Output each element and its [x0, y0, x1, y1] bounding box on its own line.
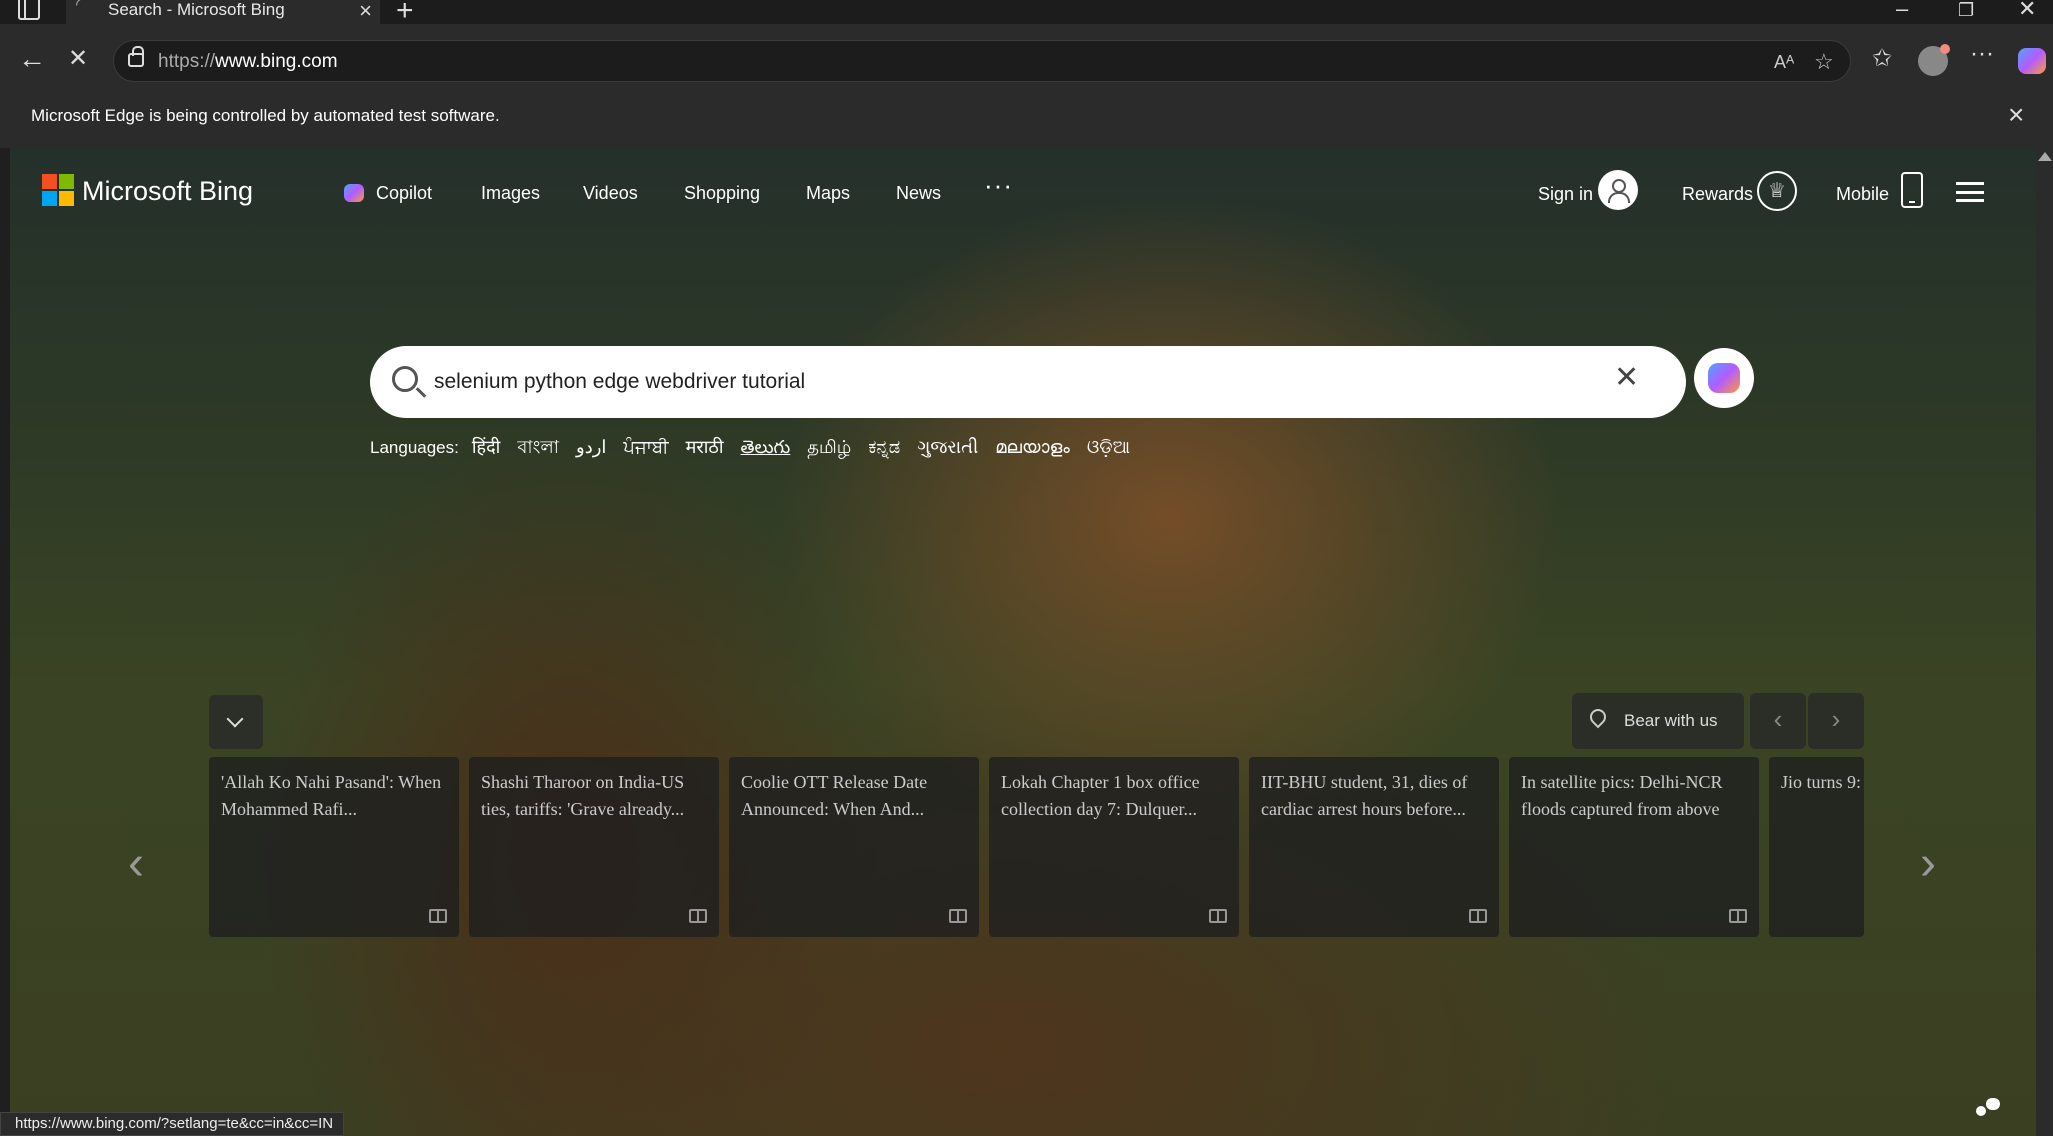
scroll-up-icon[interactable] — [2038, 152, 2052, 161]
loading-icon: ◜ — [76, 0, 83, 14]
lang-odia[interactable]: ଓଡ଼ିଆ — [1087, 437, 1130, 457]
previous-image-button[interactable]: ‹ — [1750, 693, 1806, 749]
lang-marathi[interactable]: मराठी — [686, 437, 724, 457]
image-location-button[interactable]: Bear with us — [1572, 693, 1744, 749]
profile-avatar[interactable] — [1918, 44, 1950, 76]
read-icon — [689, 909, 707, 923]
nav-maps[interactable]: Maps — [806, 183, 850, 204]
address-bar[interactable]: https://www.bing.com Aᴬ ☆ — [113, 40, 1851, 82]
title-bar: ◜ Search - Microsoft Bing × + – ❐ ✕ — [0, 0, 2053, 27]
nav-images[interactable]: Images — [481, 183, 540, 204]
bing-homepage: Microsoft Bing Copilot Images Videos Sho… — [10, 148, 2036, 1136]
page-scrollbar[interactable] — [2036, 148, 2053, 1136]
news-card[interactable]: In satellite pics: Delhi-NCR floods capt… — [1509, 757, 1759, 937]
news-card-title: Jio turns 9: celebration — [1781, 772, 1864, 792]
news-card[interactable]: Shashi Tharoor on India-US ties, tariffs… — [469, 757, 719, 937]
nav-news[interactable]: News — [896, 183, 941, 204]
rewards-trophy-icon[interactable]: ♕ — [1757, 171, 1797, 211]
nav-shopping[interactable]: Shopping — [684, 183, 760, 204]
stop-loading-icon[interactable]: ✕ — [68, 44, 88, 74]
languages-label: Languages: — [370, 438, 459, 457]
tab-title: Search - Microsoft Bing — [108, 0, 285, 19]
read-aloud-icon[interactable]: Aᴬ — [1774, 52, 1794, 73]
news-card-title: In satellite pics: Delhi-NCR floods capt… — [1521, 772, 1723, 819]
mobile-link[interactable]: Mobile — [1836, 184, 1889, 205]
search-icon[interactable] — [392, 366, 418, 392]
news-card-title: 'Allah Ko Nahi Pasand': When Mohammed Ra… — [221, 772, 442, 819]
url-text[interactable]: https://www.bing.com — [158, 51, 338, 73]
read-icon — [1469, 909, 1487, 923]
infobar-close-icon[interactable]: × — [2008, 99, 2024, 131]
logo-text: Microsoft Bing — [82, 176, 254, 206]
nav-videos[interactable]: Videos — [583, 183, 638, 204]
favorites-icon[interactable]: ✩ — [1872, 44, 1892, 73]
news-card-title: Coolie OTT Release Date Announced: When … — [741, 772, 928, 819]
language-links: Languages: हिंदी বাংলা اردو ਪੰਜਾਬੀ मराठी… — [370, 433, 1142, 464]
lang-kannada[interactable]: ಕನ್ನಡ — [868, 437, 900, 457]
user-icon[interactable] — [1598, 170, 1638, 210]
location-pin-icon — [1586, 705, 1610, 729]
news-card-title: Lokah Chapter 1 box office collection da… — [1001, 772, 1200, 819]
close-window-icon[interactable]: ✕ — [2018, 0, 2036, 22]
menu-icon[interactable] — [1956, 182, 1984, 202]
microsoft-logo-icon — [42, 174, 74, 206]
copilot-search-button[interactable] — [1694, 348, 1754, 408]
status-bar-url: https://www.bing.com/?setlang=te&cc=in&c… — [0, 1112, 345, 1136]
tab-actions-icon[interactable] — [18, 0, 40, 20]
copilot-icon[interactable] — [344, 184, 364, 202]
infobar-message: Microsoft Edge is being controlled by au… — [31, 106, 500, 125]
rewards-link[interactable]: Rewards — [1682, 184, 1753, 205]
tab-bing[interactable]: ◜ Search - Microsoft Bing × — [66, 0, 380, 24]
read-icon — [1729, 909, 1747, 923]
search-query[interactable]: selenium python edge webdriver tutorial — [434, 370, 805, 394]
lang-malayalam[interactable]: മലയാളം — [995, 437, 1070, 457]
image-location-text: Bear with us — [1624, 711, 1718, 730]
news-prev-icon[interactable]: ‹ — [128, 836, 144, 891]
browser-toolbar: ← ✕ https://www.bing.com Aᴬ ☆ ✩ ··· — [0, 24, 2053, 98]
news-card[interactable]: Jio turns 9: celebration — [1769, 757, 1864, 937]
minimize-icon[interactable]: – — [1896, 0, 1908, 22]
feedback-icon[interactable] — [1976, 1096, 2002, 1120]
nav-copilot[interactable]: Copilot — [376, 183, 432, 204]
clear-search-icon[interactable]: ✕ — [1614, 360, 1639, 395]
copilot-sidebar-icon[interactable] — [2018, 48, 2046, 74]
news-card[interactable]: Coolie OTT Release Date Announced: When … — [729, 757, 979, 937]
more-options-icon[interactable]: ··· — [1970, 40, 1994, 68]
favorite-star-icon[interactable]: ☆ — [1814, 49, 1834, 75]
phone-icon[interactable] — [1901, 172, 1923, 208]
lang-telugu[interactable]: తెలుగు — [741, 437, 791, 457]
read-icon — [1209, 909, 1227, 923]
news-card[interactable]: Lokah Chapter 1 box office collection da… — [989, 757, 1239, 937]
lock-icon[interactable] — [128, 46, 144, 67]
lang-punjabi[interactable]: ਪੰਜਾਬੀ — [623, 437, 668, 457]
back-icon[interactable]: ← — [18, 44, 46, 74]
tab-close-icon[interactable]: × — [359, 0, 372, 24]
nav-more-icon[interactable]: ··· — [984, 170, 1013, 201]
copilot-logo-icon — [1708, 363, 1740, 393]
restore-icon[interactable]: ❐ — [1958, 0, 1974, 21]
search-input[interactable]: selenium python edge webdriver tutorial … — [370, 346, 1686, 418]
lang-tamil[interactable]: தமிழ் — [807, 437, 851, 457]
read-icon — [949, 909, 967, 923]
lang-urdu[interactable]: اردو — [576, 437, 606, 457]
news-card-title: Shashi Tharoor on India-US ties, tariffs… — [481, 772, 685, 819]
news-card[interactable]: 'Allah Ko Nahi Pasand': When Mohammed Ra… — [209, 757, 459, 937]
read-icon — [429, 909, 447, 923]
lang-hindi[interactable]: हिंदी — [472, 437, 500, 457]
news-card-title: IIT-BHU student, 31, dies of cardiac arr… — [1261, 772, 1468, 819]
collapse-feed-button[interactable] — [209, 695, 263, 749]
news-card[interactable]: IIT-BHU student, 31, dies of cardiac arr… — [1249, 757, 1499, 937]
lang-gujarati[interactable]: ગુજરાતી — [917, 437, 978, 457]
next-image-button[interactable]: › — [1808, 693, 1864, 749]
news-next-icon[interactable]: › — [1920, 836, 1936, 891]
sign-in-link[interactable]: Sign in — [1538, 184, 1593, 205]
lang-bangla[interactable]: বাংলা — [517, 437, 559, 457]
